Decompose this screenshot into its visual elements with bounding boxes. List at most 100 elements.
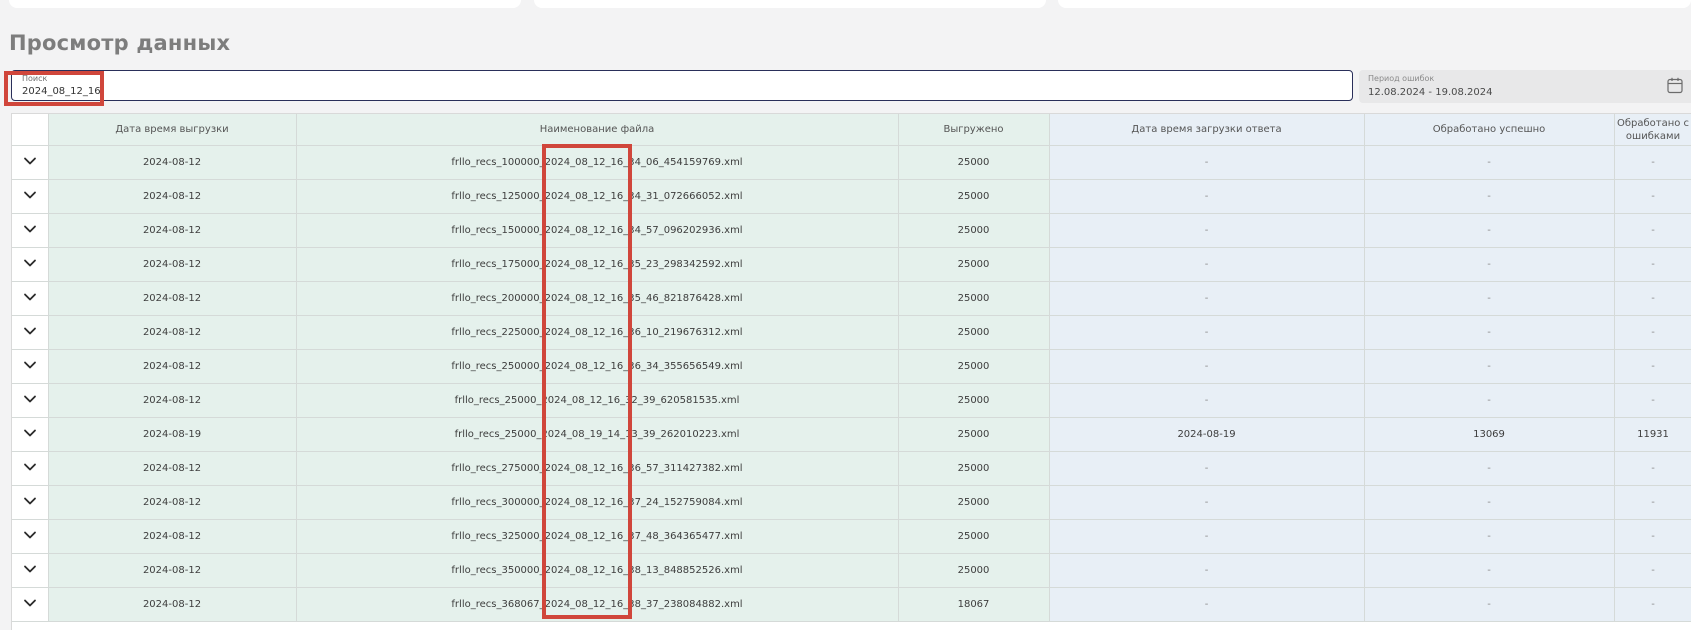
row-expand-cell[interactable] [12,383,49,418]
cell-uploaded-count: 25000 [898,179,1050,214]
cell-processed-ok: - [1364,519,1615,554]
table-header-row: Дата время выгрузки Наименование файла В… [12,114,1691,146]
chevron-down-icon[interactable] [23,190,37,200]
cell-uploaded-count: 25000 [898,281,1050,316]
row-expand-cell[interactable] [12,179,49,214]
table-row[interactable]: 2024-08-12 frllo_recs_25000_2024_08_12_16… [12,383,1691,418]
search-label: Поиск [22,74,48,83]
data-table-container: Дата время выгрузки Наименование файла В… [11,113,1691,630]
table-row[interactable]: 2024-08-12 frllo_recs_150000_2024_08_12_1… [12,213,1691,248]
cell-file-name: frllo_recs_100000_2024_08_12_16_34_06_45… [296,145,899,180]
table-row[interactable]: 2024-08-12 frllo_recs_250000_2024_08_12_1… [12,349,1691,384]
page-title: Просмотр данных [9,31,231,55]
table-row[interactable]: 2024-08-12 frllo_recs_225000_2024_08_12_1… [12,315,1691,350]
row-expand-cell[interactable] [12,485,49,520]
cell-processed-ok: - [1364,179,1615,214]
top-card-3 [1058,0,1691,8]
header-uploaded-count[interactable]: Выгружено [898,114,1050,146]
cell-file-name: frllo_recs_250000_2024_08_12_16_36_34_35… [296,349,899,384]
cell-processed-errors: - [1614,587,1691,622]
header-response-date[interactable]: Дата время загрузки ответа [1049,114,1365,146]
cell-response-date: - [1049,315,1365,350]
cell-response-date: - [1049,451,1365,486]
cell-processed-errors: - [1614,451,1691,486]
row-expand-cell[interactable] [12,145,49,180]
cell-file-name: frllo_recs_200000_2024_08_12_16_35_46_82… [296,281,899,316]
cell-upload-date: 2024-08-12 [48,451,297,486]
period-label: Период ошибок [1368,74,1435,83]
cell-file-name: frllo_recs_25000_2024_08_19_14_13_39_262… [296,417,899,452]
cell-processed-errors: - [1614,145,1691,180]
table-row[interactable]: 2024-08-12 frllo_recs_325000_2024_08_12_1… [12,519,1691,554]
cell-uploaded-count: 25000 [898,349,1050,384]
table-row[interactable]: 2024-08-12 frllo_recs_175000_2024_08_12_1… [12,247,1691,282]
table-row[interactable]: 2024-08-12 frllo_recs_200000_2024_08_12_1… [12,281,1691,316]
cell-response-date: - [1049,553,1365,588]
header-file-name[interactable]: Наименование файла [296,114,899,146]
table-row[interactable]: 2024-08-12 frllo_recs_368067_2024_08_12_1… [12,587,1691,622]
header-processed-errors[interactable]: Обработано с ошибками [1614,114,1691,146]
top-card-1 [9,0,521,8]
row-expand-cell[interactable] [12,519,49,554]
chevron-down-icon[interactable] [23,224,37,234]
table-row[interactable]: 2024-08-12 frllo_recs_300000_2024_08_12_1… [12,485,1691,520]
row-expand-cell[interactable] [12,349,49,384]
search-input[interactable] [22,86,322,97]
header-upload-date[interactable]: Дата время выгрузки [48,114,297,146]
header-processed-ok[interactable]: Обработано успешно [1364,114,1615,146]
cell-uploaded-count: 25000 [898,451,1050,486]
cell-response-date: - [1049,179,1365,214]
cell-processed-ok: - [1364,451,1615,486]
chevron-down-icon[interactable] [23,360,37,370]
chevron-down-icon[interactable] [23,564,37,574]
cell-uploaded-count: 25000 [898,417,1050,452]
cell-processed-ok: - [1364,553,1615,588]
cell-response-date: - [1049,485,1365,520]
cell-processed-ok: - [1364,145,1615,180]
cell-upload-date: 2024-08-12 [48,349,297,384]
table-row[interactable]: 2024-08-12 frllo_recs_100000_2024_08_12_1… [12,145,1691,180]
cell-upload-date: 2024-08-12 [48,587,297,622]
chevron-down-icon[interactable] [23,462,37,472]
cell-response-date: - [1049,383,1365,418]
row-expand-cell[interactable] [12,281,49,316]
row-expand-cell[interactable] [12,213,49,248]
row-expand-cell[interactable] [12,451,49,486]
cell-processed-errors: - [1614,179,1691,214]
table-row[interactable]: 2024-08-19 frllo_recs_25000_2024_08_19_14… [12,417,1691,452]
chevron-down-icon[interactable] [23,292,37,302]
cell-uploaded-count: 25000 [898,485,1050,520]
search-field[interactable]: Поиск [11,70,1353,101]
cell-upload-date: 2024-08-19 [48,417,297,452]
chevron-down-icon[interactable] [23,394,37,404]
calendar-icon[interactable] [1667,77,1683,94]
chevron-down-icon[interactable] [23,530,37,540]
row-expand-cell[interactable] [12,587,49,622]
cell-processed-ok: - [1364,383,1615,418]
table-row[interactable]: 2024-08-12 frllo_recs_350000_2024_08_12_1… [12,553,1691,588]
cell-file-name: frllo_recs_125000_2024_08_12_16_34_31_07… [296,179,899,214]
chevron-down-icon[interactable] [23,598,37,608]
cell-processed-errors: 11931 [1614,417,1691,452]
chevron-down-icon[interactable] [23,258,37,268]
chevron-down-icon[interactable] [23,156,37,166]
header-expand [12,114,49,146]
row-expand-cell[interactable] [12,315,49,350]
cell-response-date: - [1049,281,1365,316]
row-expand-cell[interactable] [12,553,49,588]
cell-upload-date: 2024-08-12 [48,281,297,316]
data-table: Дата время выгрузки Наименование файла В… [12,114,1691,622]
cell-response-date: - [1049,519,1365,554]
cell-upload-date: 2024-08-12 [48,485,297,520]
cell-upload-date: 2024-08-12 [48,145,297,180]
row-expand-cell[interactable] [12,417,49,452]
table-row[interactable]: 2024-08-12 frllo_recs_275000_2024_08_12_1… [12,451,1691,486]
cell-upload-date: 2024-08-12 [48,519,297,554]
chevron-down-icon[interactable] [23,496,37,506]
cell-file-name: frllo_recs_325000_2024_08_12_16_37_48_36… [296,519,899,554]
chevron-down-icon[interactable] [23,428,37,438]
error-period-picker[interactable]: Период ошибок 12.08.2024 - 19.08.2024 [1359,70,1691,103]
row-expand-cell[interactable] [12,247,49,282]
chevron-down-icon[interactable] [23,326,37,336]
table-row[interactable]: 2024-08-12 frllo_recs_125000_2024_08_12_1… [12,179,1691,214]
